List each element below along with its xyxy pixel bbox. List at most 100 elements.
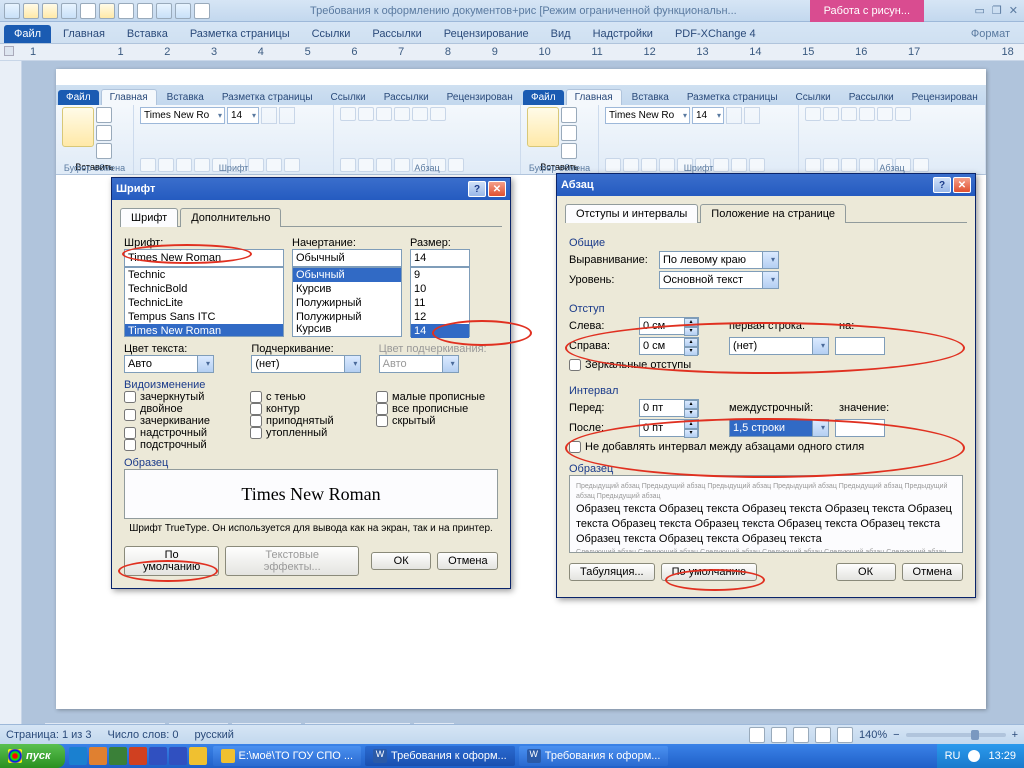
qat-preview-icon[interactable] <box>118 3 134 19</box>
chk-outline[interactable]: контур <box>250 403 372 415</box>
inner-tab-mail[interactable]: Рассылки <box>376 90 437 105</box>
align-dropdown[interactable]: По левому краю <box>659 251 779 269</box>
font-color-dropdown[interactable]: Авто <box>124 355 214 373</box>
multilevel-icon[interactable] <box>376 107 392 121</box>
font-input[interactable]: Times New Roman <box>124 249 284 267</box>
chk-no-space[interactable]: Не добавлять интервал между абзацами одн… <box>569 441 963 453</box>
zoom-slider[interactable] <box>906 733 1006 737</box>
tab-home[interactable]: Главная <box>53 25 115 43</box>
font-tab[interactable]: Шрифт <box>120 208 178 227</box>
view-draft-icon[interactable] <box>837 727 853 743</box>
view-web-icon[interactable] <box>793 727 809 743</box>
tab-file[interactable]: Файл <box>4 25 51 43</box>
chk-emboss[interactable]: приподнятый <box>250 415 372 427</box>
line-spacing-at-input[interactable] <box>835 419 885 437</box>
indent-spacing-tab[interactable]: Отступы и интервалы <box>565 204 698 223</box>
ok-button[interactable]: ОК <box>371 552 431 570</box>
status-page[interactable]: Страница: 1 из 3 <box>6 729 92 741</box>
cut-icon-2[interactable] <box>561 107 577 123</box>
zoom-in-icon[interactable]: + <box>1012 729 1018 741</box>
inner2-tab-file[interactable]: Файл <box>523 90 564 105</box>
inner-tab-refs[interactable]: Ссылки <box>323 90 374 105</box>
ql-ie-icon[interactable] <box>69 747 87 765</box>
qat-open-icon[interactable] <box>42 3 58 19</box>
chk-hidden[interactable]: скрытый <box>376 415 498 427</box>
chk-dstrike[interactable]: двойное зачеркивание <box>124 403 246 427</box>
tab-pdf[interactable]: PDF-XChange 4 <box>665 25 766 43</box>
inner2-tab-home[interactable]: Главная <box>566 89 622 105</box>
status-words[interactable]: Число слов: 0 <box>108 729 179 741</box>
inner-tab-insert[interactable]: Вставка <box>159 90 212 105</box>
cut-icon[interactable] <box>96 107 112 123</box>
page-position-tab[interactable]: Положение на странице <box>700 204 846 223</box>
copy-icon-2[interactable] <box>561 125 577 141</box>
firstline-dropdown[interactable]: (нет) <box>729 337 829 355</box>
tab-view[interactable]: Вид <box>541 25 581 43</box>
tab-layout[interactable]: Разметка страницы <box>180 25 300 43</box>
qat-print-icon[interactable] <box>99 3 115 19</box>
size-listbox[interactable]: 9 10 11 12 14 <box>410 267 470 337</box>
vertical-ruler[interactable] <box>0 61 22 744</box>
para-cancel-button[interactable]: Отмена <box>902 563 963 581</box>
chk-shadow[interactable]: с тенью <box>250 391 372 403</box>
ql-wmp-icon[interactable] <box>169 747 187 765</box>
restore-icon[interactable]: ❐ <box>990 4 1004 17</box>
zoom-out-icon[interactable]: − <box>893 729 899 741</box>
tray-icon[interactable] <box>968 750 980 762</box>
font-listbox[interactable]: Technic TechnicBold TechnicLite Tempus S… <box>124 267 284 337</box>
size-input[interactable]: 14 <box>410 249 470 267</box>
chk-super[interactable]: надстрочный <box>124 427 246 439</box>
indent-decrease-icon[interactable] <box>394 107 410 121</box>
inner-tab-review[interactable]: Рецензирован <box>439 90 521 105</box>
horizontal-ruler[interactable]: 1 1 2 3 4 5 6 7 8 9 10 11 12 13 14 15 16… <box>0 44 1024 61</box>
inner-tab-home[interactable]: Главная <box>101 89 157 105</box>
para-default-button[interactable]: По умолчанию <box>661 563 757 581</box>
copy-icon[interactable] <box>96 125 112 141</box>
qat-table-icon[interactable] <box>194 3 210 19</box>
minimize-icon[interactable]: ▭ <box>973 4 987 17</box>
ql-firefox-icon[interactable] <box>89 747 107 765</box>
qat-save-icon[interactable] <box>61 3 77 19</box>
default-button[interactable]: По умолчанию <box>124 546 219 576</box>
font-size-combo[interactable]: 14 <box>227 107 259 124</box>
numbering-icon[interactable] <box>358 107 374 121</box>
close-icon[interactable]: ✕ <box>1007 4 1020 17</box>
tab-format[interactable]: Формат <box>957 25 1024 43</box>
tray-time[interactable]: 13:29 <box>988 750 1016 762</box>
chk-engrave[interactable]: утопленный <box>250 427 372 439</box>
advanced-tab[interactable]: Дополнительно <box>180 208 281 227</box>
format-painter-icon[interactable] <box>96 143 112 159</box>
chk-allcaps[interactable]: все прописные <box>376 403 498 415</box>
chk-mirror-indent[interactable]: Зеркальные отступы <box>569 359 963 371</box>
para-close-icon[interactable]: ✕ <box>953 177 971 193</box>
shrink-font-icon[interactable] <box>279 107 295 124</box>
inner2-tab-insert[interactable]: Вставка <box>624 90 677 105</box>
firstline-by-input[interactable] <box>835 337 885 355</box>
tab-mailings[interactable]: Рассылки <box>362 25 431 43</box>
ql-opera-icon[interactable] <box>129 747 147 765</box>
tray-lang[interactable]: RU <box>945 750 961 762</box>
close-dialog-icon[interactable]: ✕ <box>488 181 506 197</box>
sort-icon[interactable] <box>430 107 446 121</box>
qat-new-icon[interactable] <box>23 3 39 19</box>
qat-undo-icon[interactable] <box>156 3 172 19</box>
space-after-input[interactable]: 0 пт▴▾ <box>639 419 699 437</box>
help-icon[interactable]: ? <box>468 181 486 197</box>
tab-references[interactable]: Ссылки <box>302 25 361 43</box>
chk-strike[interactable]: зачеркнутый <box>124 391 246 403</box>
ql-utorrent-icon[interactable] <box>109 747 127 765</box>
paste-icon-2[interactable] <box>527 107 559 147</box>
chk-sub[interactable]: подстрочный <box>124 439 246 451</box>
taskbar-item-explorer[interactable]: E:\моё\ТО ГОУ СПО ... <box>213 746 361 766</box>
bullets-icon[interactable] <box>340 107 356 121</box>
format-painter-icon-2[interactable] <box>561 143 577 159</box>
tab-insert[interactable]: Вставка <box>117 25 178 43</box>
grow-font-icon[interactable] <box>261 107 277 124</box>
style-listbox[interactable]: Обычный Курсив Полужирный Полужирный Кур… <box>292 267 402 337</box>
font-name-combo[interactable]: Times New Ro <box>140 107 225 124</box>
paste-icon[interactable] <box>62 107 94 147</box>
zoom-level[interactable]: 140% <box>859 729 887 741</box>
view-read-icon[interactable] <box>771 727 787 743</box>
tab-selector[interactable] <box>4 46 14 56</box>
tab-addins[interactable]: Надстройки <box>583 25 663 43</box>
